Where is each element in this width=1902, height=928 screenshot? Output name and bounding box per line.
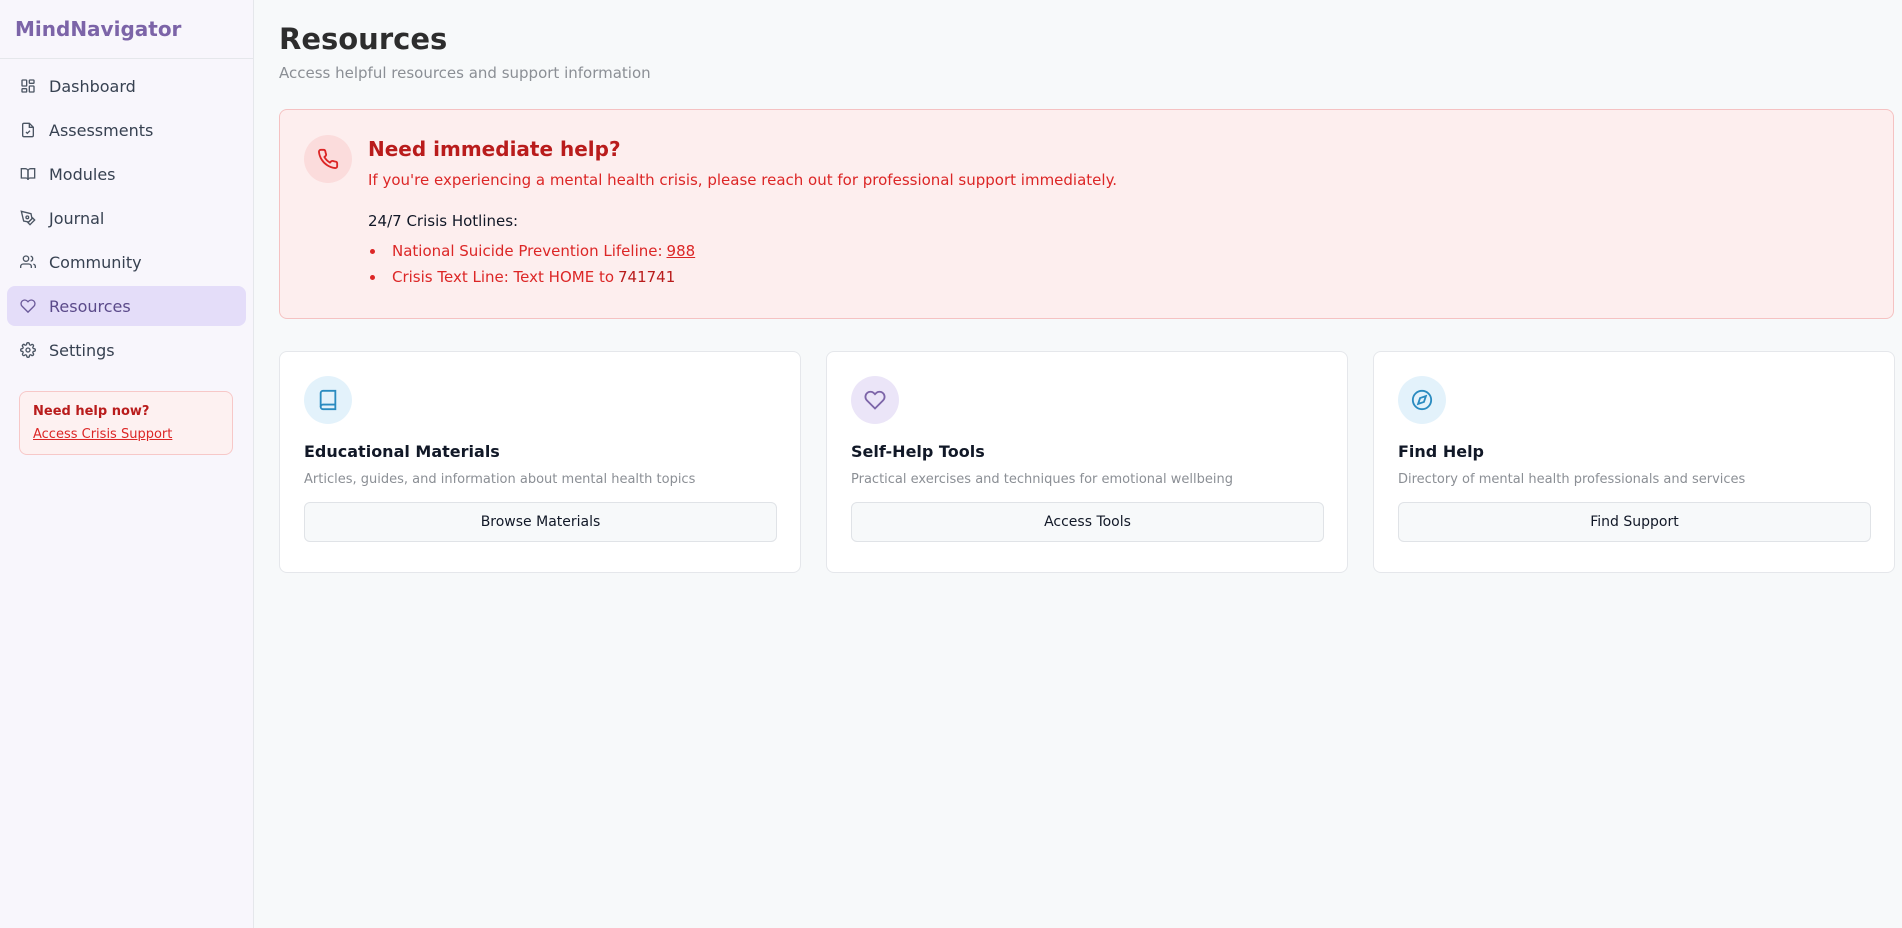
resource-card-self-help: Self-Help Tools Practical exercises and … (826, 351, 1348, 573)
resource-card-find-help: Find Help Directory of mental health pro… (1373, 351, 1895, 573)
sidebar-item-label: Assessments (49, 120, 154, 140)
gear-icon (19, 341, 37, 359)
sidebar-item-assessments[interactable]: Assessments (7, 110, 246, 150)
hotline-label: National Suicide Prevention Lifeline: (392, 242, 663, 260)
hotline-number-link[interactable]: 988 (667, 242, 696, 260)
card-description: Articles, guides, and information about … (304, 472, 696, 487)
access-tools-button[interactable]: Access Tools (851, 502, 1324, 542)
sidebar-item-label: Dashboard (49, 76, 136, 96)
resource-card-educational: Educational Materials Articles, guides, … (279, 351, 801, 573)
sidebar-item-community[interactable]: Community (7, 242, 246, 282)
sidebar-item-label: Journal (49, 208, 105, 228)
main-content: Resources Access helpful resources and s… (254, 0, 1902, 928)
help-box-title: Need help now? (33, 404, 150, 419)
page-title: Resources (279, 22, 448, 56)
phone-icon (304, 135, 352, 183)
sidebar-item-settings[interactable]: Settings (7, 330, 246, 370)
crisis-content: Need immediate help? If you're experienc… (368, 135, 1117, 293)
bullet (370, 274, 375, 280)
hotline-label: Crisis Text Line: Text HOME to (392, 268, 614, 286)
hotline-item: National Suicide Prevention Lifeline: 98… (368, 242, 1117, 260)
crisis-help-box: Need help now? Access Crisis Support (19, 391, 233, 455)
crisis-title: Need immediate help? (368, 137, 621, 161)
card-title: Educational Materials (304, 442, 500, 461)
crisis-text: If you're experiencing a mental health c… (368, 171, 1118, 189)
heart-icon (851, 376, 899, 424)
browse-materials-button[interactable]: Browse Materials (304, 502, 777, 542)
card-description: Directory of mental health professionals… (1398, 472, 1746, 487)
sidebar-item-label: Modules (49, 164, 116, 184)
access-crisis-support-link[interactable]: Access Crisis Support (33, 427, 219, 442)
card-description: Practical exercises and techniques for e… (851, 472, 1233, 487)
heart-icon (19, 297, 37, 315)
users-icon (19, 253, 37, 271)
sidebar-item-label: Resources (49, 296, 131, 316)
sidebar-item-resources[interactable]: Resources (7, 286, 246, 326)
book-open-icon (19, 165, 37, 183)
hotline-number: 741741 (618, 268, 676, 286)
card-title: Find Help (1398, 442, 1485, 461)
sidebar-nav: Dashboard Assessments Modules Journal Co… (0, 59, 253, 370)
sidebar-item-modules[interactable]: Modules (7, 154, 246, 194)
clipboard-icon (19, 121, 37, 139)
hotlines-label: 24/7 Crisis Hotlines: (368, 212, 519, 230)
app-logo[interactable]: MindNavigator (0, 0, 253, 59)
sidebar-item-label: Community (49, 252, 142, 272)
sidebar-item-dashboard[interactable]: Dashboard (7, 66, 246, 106)
bullet (370, 248, 375, 254)
sidebar-item-label: Settings (49, 340, 115, 360)
sidebar: MindNavigator Dashboard Assessments Modu… (0, 0, 254, 928)
card-title: Self-Help Tools (851, 442, 985, 461)
dashboard-icon (19, 77, 37, 95)
crisis-banner: Need immediate help? If you're experienc… (279, 109, 1894, 319)
hotline-item: Crisis Text Line: Text HOME to 741741 (368, 268, 1117, 286)
pen-icon (19, 209, 37, 227)
compass-icon (1398, 376, 1446, 424)
page-subtitle: Access helpful resources and support inf… (279, 64, 651, 82)
find-support-button[interactable]: Find Support (1398, 502, 1871, 542)
sidebar-item-journal[interactable]: Journal (7, 198, 246, 238)
resource-cards: Educational Materials Articles, guides, … (279, 351, 1895, 573)
book-icon (304, 376, 352, 424)
hotline-list: National Suicide Prevention Lifeline: 98… (368, 242, 1117, 286)
